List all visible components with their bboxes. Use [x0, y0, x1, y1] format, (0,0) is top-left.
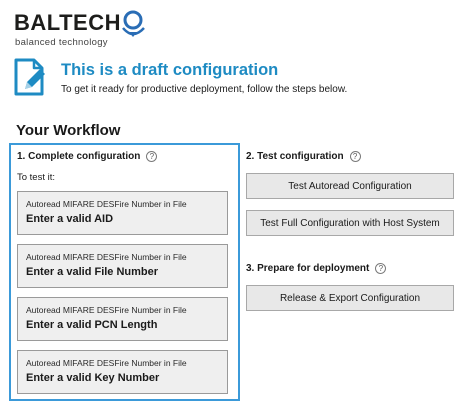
- config-card-caption: Autoread MIFARE DESFire Number in File: [26, 252, 187, 262]
- config-card-action: Enter a valid AID: [26, 213, 114, 225]
- config-card-action: Enter a valid PCN Length: [26, 319, 158, 331]
- draft-subtitle: To get it ready for productive deploymen…: [61, 84, 348, 95]
- config-card-aid[interactable]: Autoread MIFARE DESFire Number in File E…: [17, 191, 228, 235]
- document-edit-icon: [14, 58, 45, 96]
- release-export-button[interactable]: Release & Export Configuration: [246, 285, 454, 311]
- config-card-action: Enter a valid File Number: [26, 266, 159, 278]
- test-full-config-button[interactable]: Test Full Configuration with Host System: [246, 210, 454, 236]
- step2-title-text: 2. Test configuration: [246, 151, 344, 162]
- logo-wordmark: BALTECH: [14, 10, 121, 35]
- config-card-caption: Autoread MIFARE DESFire Number in File: [26, 358, 187, 368]
- test-it-label: To test it:: [17, 172, 56, 183]
- draft-title: This is a draft configuration: [61, 61, 279, 79]
- config-card-pcn-length[interactable]: Autoread MIFARE DESFire Number in File E…: [17, 297, 228, 341]
- workflow-heading: Your Workflow: [16, 122, 121, 139]
- config-card-action: Enter a valid Key Number: [26, 372, 160, 384]
- config-card-caption: Autoread MIFARE DESFire Number in File: [26, 199, 187, 209]
- baltech-logo-icon: [122, 10, 145, 37]
- step3-title-text: 3. Prepare for deployment: [246, 263, 370, 274]
- question-circle-icon[interactable]: ?: [146, 151, 158, 162]
- question-circle-icon[interactable]: ?: [349, 151, 361, 162]
- step2-title: 2. Test configuration ?: [246, 151, 361, 162]
- test-autoread-button[interactable]: Test Autoread Configuration: [246, 173, 454, 199]
- step1-title: 1. Complete configuration ?: [17, 151, 158, 162]
- logo-tagline: balanced technology: [15, 37, 108, 48]
- config-card-key-number[interactable]: Autoread MIFARE DESFire Number in File E…: [17, 350, 228, 394]
- baltech-logo: BALTECH balanced technology: [14, 8, 164, 48]
- config-card-caption: Autoread MIFARE DESFire Number in File: [26, 305, 187, 315]
- step1-title-text: 1. Complete configuration: [17, 151, 141, 162]
- question-circle-icon[interactable]: ?: [375, 263, 387, 274]
- step3-title: 3. Prepare for deployment ?: [246, 263, 387, 274]
- config-card-file-number[interactable]: Autoread MIFARE DESFire Number in File E…: [17, 244, 228, 288]
